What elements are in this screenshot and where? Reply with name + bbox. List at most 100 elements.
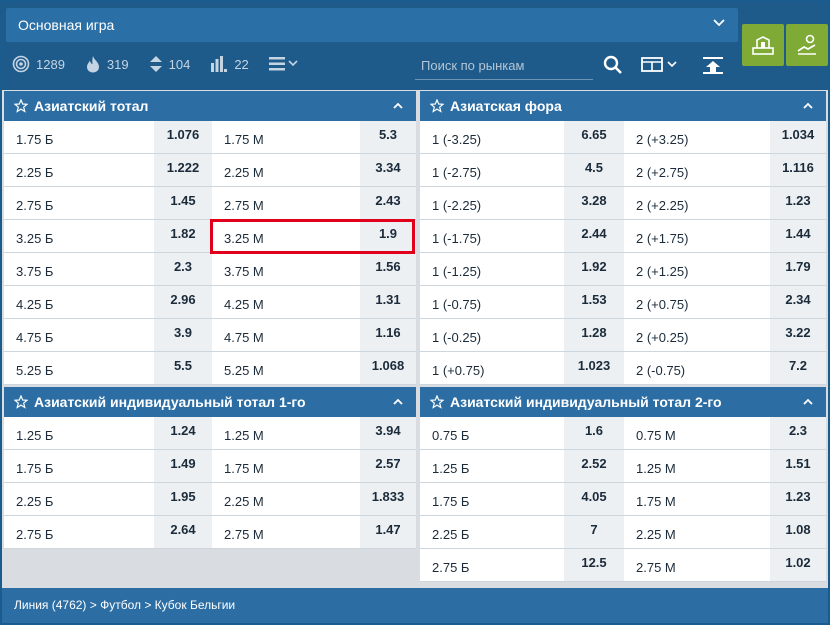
odd-button-right[interactable]: 1.034 [770,121,826,153]
odd-button-right[interactable]: 5.3 [360,121,416,153]
chevron-up-icon[interactable] [392,100,404,112]
outcome-label-left: 1.25 Б [16,428,54,443]
odd-button-left[interactable]: 7 [564,516,624,548]
odd-button-left[interactable]: 2.64 [154,516,212,548]
star-icon[interactable] [14,99,28,113]
market-header[interactable]: Азиатский индивидуальный тотал 2-го [420,387,826,417]
odd-button-left[interactable]: 1.49 [154,450,212,482]
market-header[interactable]: Азиатский тотал [4,91,416,121]
odd-button-left[interactable]: 1.82 [154,220,212,252]
star-icon[interactable] [430,395,444,409]
odd-button-left[interactable]: 5.5 [154,352,212,384]
odd-button-right[interactable]: 1.47 [360,516,416,548]
odd-button-left[interactable]: 6.65 [564,121,624,153]
odd-button-left[interactable]: 1.6 [564,417,624,449]
odd-button-right[interactable]: 7.2 [770,352,826,384]
market-header[interactable]: Азиатский индивидуальный тотал 1-го [4,387,416,417]
odd-button-right[interactable]: 1.16 [360,319,416,351]
odd-button-left[interactable]: 4.5 [564,154,624,186]
breadcrumb-bar: Линия (4762) > Футбол > Кубок Бельгии [2,588,828,623]
odd-button-left[interactable]: 1.222 [154,154,212,186]
odd-button-left[interactable]: 3.9 [154,319,212,351]
odd-button-right[interactable]: 1.833 [360,483,416,515]
odd-button-left[interactable]: 1.45 [154,187,212,219]
odd-button-right[interactable]: 1.116 [770,154,826,186]
outcome-label-left: 1 (-2.75) [432,165,482,180]
chevron-up-icon[interactable] [802,100,814,112]
market-row: 1 (-0.25) 1.28 2 (+0.25) 3.22 [420,319,826,352]
market-row: 5.25 Б 5.5 5.25 М 1.068 [4,352,416,385]
odd-button-right[interactable]: 1.23 [770,187,826,219]
stat-levels-count: 22 [234,56,249,72]
layout-columns-icon[interactable] [640,55,682,75]
stat-hot[interactable]: 319 [85,55,129,73]
breadcrumb[interactable]: Линия (4762) > Футбол > Кубок Бельгии [14,598,235,612]
odd-button-right[interactable]: 1.08 [770,516,826,548]
outcome-label-right: 2.25 М [636,527,676,542]
outcome-label-right: 2 (+0.25) [636,330,689,345]
outcome-label-right: 5.25 М [224,363,264,378]
odd-button-right[interactable]: 3.22 [770,319,826,351]
odd-button-left[interactable]: 1.24 [154,417,212,449]
outcome-label-right: 3.25 М [224,231,264,246]
odd-button-right[interactable]: 1.02 [770,549,826,581]
outcome-label-left: 1.75 Б [16,132,54,147]
odd-button-left[interactable]: 3.28 [564,187,624,219]
odd-button-right[interactable]: 2.34 [770,286,826,318]
odd-button-right[interactable]: 1.23 [770,483,826,515]
odd-button-left[interactable]: 1.076 [154,121,212,153]
star-icon[interactable] [430,99,444,113]
star-icon[interactable] [14,395,28,409]
odd-button-right[interactable]: 1.56 [360,253,416,285]
odd-button-left[interactable]: 2.52 [564,450,624,482]
collapse-all-icon[interactable] [701,55,725,75]
odd-button-right[interactable]: 1.51 [770,450,826,482]
outcome-label-right: 1.25 М [636,461,676,476]
market-row: 2.25 Б 7 2.25 М 1.08 [420,516,826,549]
list-view-toggle[interactable] [268,55,307,73]
odd-button-left[interactable]: 2.96 [154,286,212,318]
odd-button-right[interactable]: 2.43 [360,187,416,219]
stats-button[interactable] [742,24,784,66]
market-row: 1.75 Б 1.49 1.75 М 2.57 [4,450,416,483]
outcome-label-left: 3.75 Б [16,264,54,279]
chevron-up-icon[interactable] [392,396,404,408]
odd-button-right[interactable]: 1.31 [360,286,416,318]
game-type-select[interactable]: Основная игра [6,8,738,42]
market-header[interactable]: Азиатская фора [420,91,826,121]
odd-button-right[interactable]: 2.3 [770,417,826,449]
odd-button-right[interactable]: 1.44 [770,220,826,252]
market-search-input[interactable] [415,52,593,79]
odd-button-right[interactable]: 3.34 [360,154,416,186]
stat-live[interactable]: 1289 [12,55,65,73]
chevron-up-icon[interactable] [802,396,814,408]
odd-button-left[interactable]: 1.53 [564,286,624,318]
market-row: 1.25 Б 2.52 1.25 М 1.51 [420,450,826,483]
chevron-down-icon [713,19,725,27]
market-row: 4.75 Б 3.9 4.75 М 1.16 [4,319,416,352]
odd-button-left[interactable]: 4.05 [564,483,624,515]
search-icon[interactable] [603,55,623,75]
market-row: 2.25 Б 1.222 2.25 М 3.34 [4,154,416,187]
odd-button-right[interactable]: 2.57 [360,450,416,482]
stat-levels[interactable]: 22 [210,55,249,73]
odd-button-left[interactable]: 12.5 [564,549,624,581]
odd-button-left[interactable]: 1.023 [564,352,624,384]
odd-button-left[interactable]: 2.3 [154,253,212,285]
odd-button-right[interactable]: 3.94 [360,417,416,449]
flame-icon [86,56,99,73]
stat-hot-count: 319 [106,56,129,72]
outcome-label-left: 1.75 Б [432,494,470,509]
stat-moving[interactable]: 104 [149,54,190,74]
odd-button-left[interactable]: 1.95 [154,483,212,515]
outcome-label-right: 2 (-0.75) [636,363,686,378]
odd-button-right[interactable]: 1.79 [770,253,826,285]
odd-button-right[interactable]: 1.9 [360,220,416,252]
odd-button-left[interactable]: 1.28 [564,319,624,351]
odd-button-left[interactable]: 2.44 [564,220,624,252]
odd-button-right[interactable]: 1.068 [360,352,416,384]
odd-button-left[interactable]: 1.92 [564,253,624,285]
updown-arrows-icon [149,56,162,72]
bet-slip-button[interactable] [786,24,828,66]
outcome-label-right: 2 (+3.25) [636,132,689,147]
